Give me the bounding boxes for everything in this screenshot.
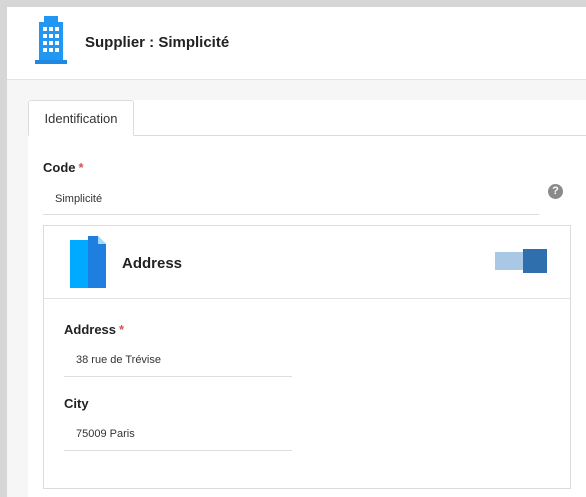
- address-field[interactable]: 38 rue de Trévise: [76, 354, 161, 366]
- required-mark: *: [78, 160, 84, 175]
- building-icon: [35, 16, 67, 64]
- document-icon: [70, 236, 106, 288]
- code-label: Code *: [43, 160, 84, 175]
- city-field-underline: [64, 450, 292, 451]
- address-card-header: Address: [44, 226, 570, 299]
- required-mark: *: [119, 322, 125, 337]
- form-body: Identification Code * Simplicité ? Addres…: [7, 80, 586, 497]
- tab-identification[interactable]: Identification: [28, 100, 134, 136]
- city-label: City: [64, 396, 89, 411]
- address-label-text: Address: [64, 322, 117, 337]
- code-field[interactable]: Simplicité: [55, 193, 102, 205]
- code-field-underline: [43, 214, 539, 215]
- supplier-form-window: Supplier : Simplicité Identification Cod…: [7, 7, 586, 497]
- help-icon[interactable]: ?: [548, 184, 563, 199]
- address-field-underline: [64, 376, 292, 377]
- city-field[interactable]: 75009 Paris: [76, 428, 135, 440]
- page-header: Supplier : Simplicité: [7, 7, 586, 80]
- address-card-title: Address: [122, 255, 183, 272]
- page-title: Supplier : Simplicité: [85, 34, 230, 51]
- collapse-toggle-icon[interactable]: [495, 249, 547, 273]
- address-card: Address Address * 38 rue de Trévise City …: [43, 225, 571, 489]
- address-label: Address *: [64, 322, 124, 337]
- code-label-text: Code: [43, 160, 76, 175]
